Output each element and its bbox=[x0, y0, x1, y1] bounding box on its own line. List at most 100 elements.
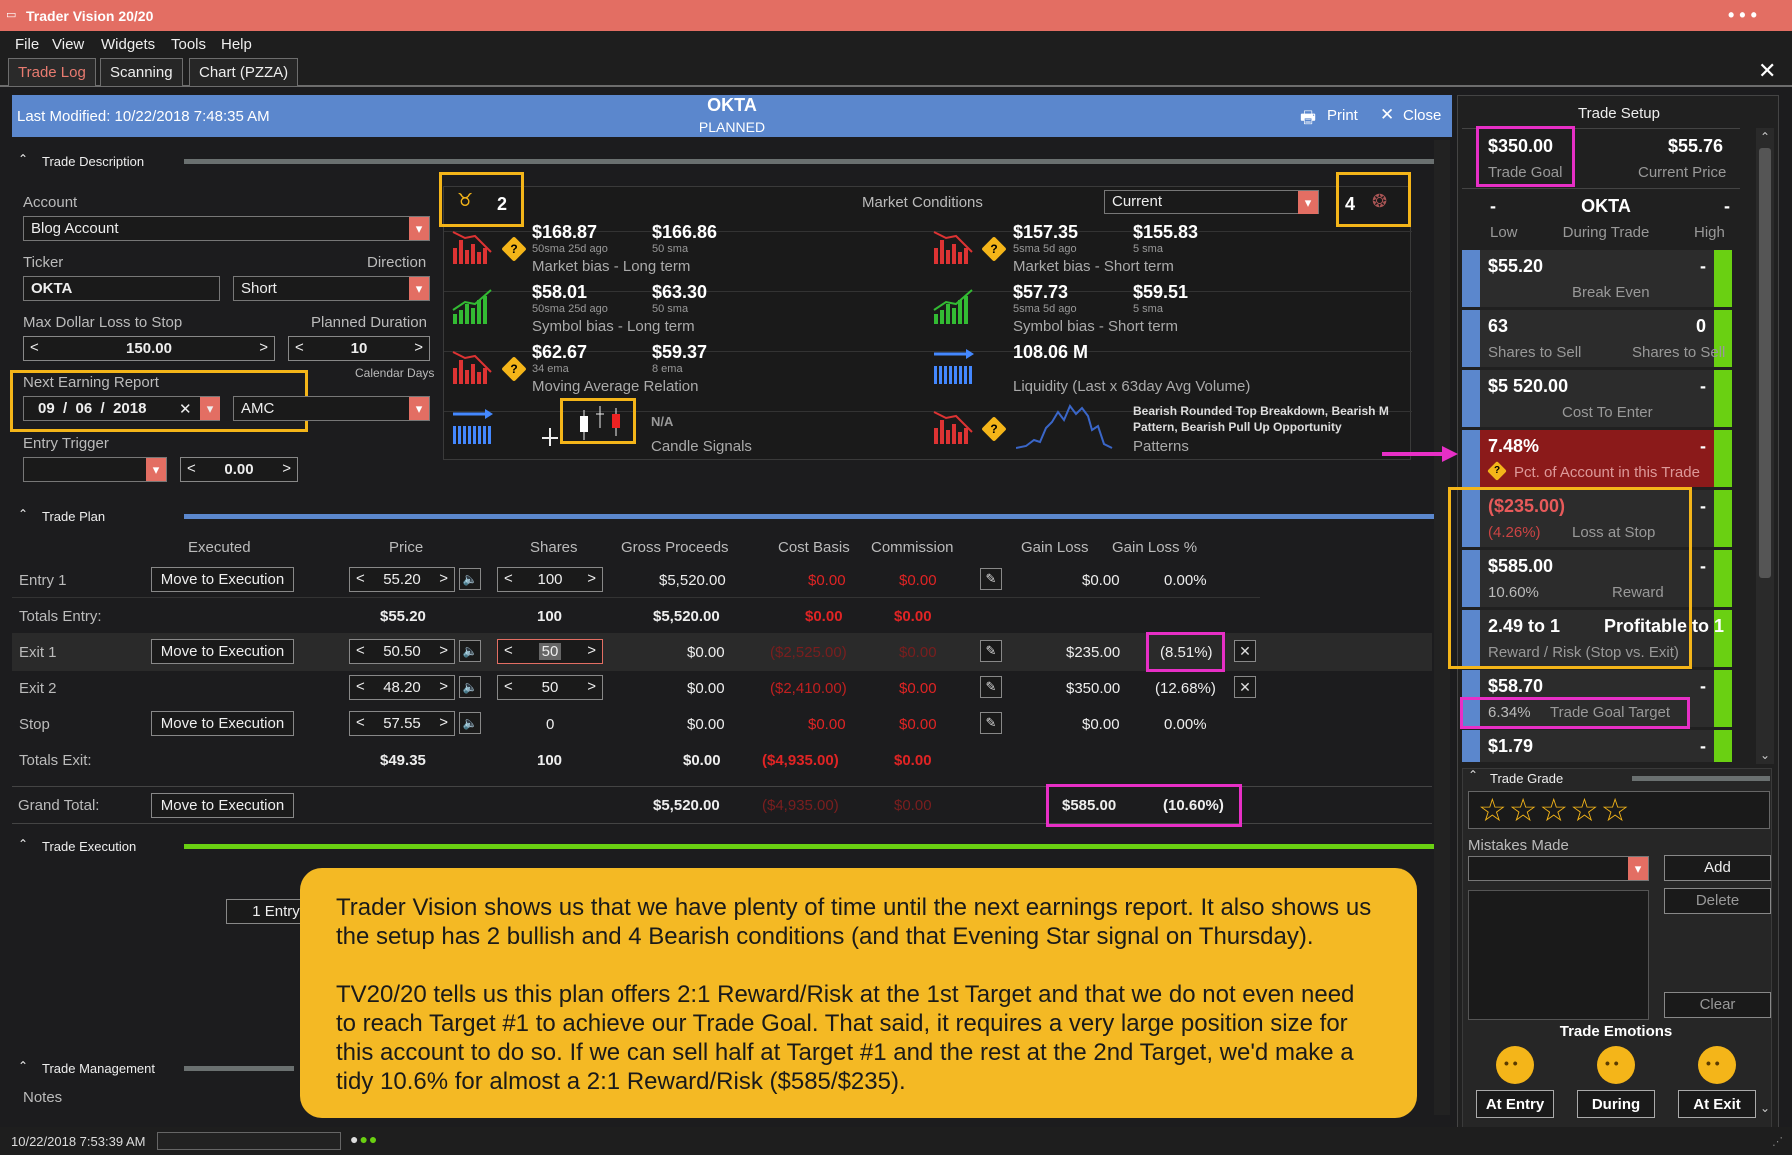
price-stepper[interactable]: <57.55 > bbox=[349, 711, 455, 736]
trade-management-header[interactable]: ⌃ Trade Management bbox=[12, 1055, 302, 1081]
window-menu-icon[interactable]: • • • bbox=[1728, 5, 1757, 26]
collapse-icon[interactable]: ⌃ bbox=[18, 507, 28, 521]
price-stepper[interactable]: <50.50 > bbox=[349, 639, 455, 664]
max-loss-stepper[interactable]: <150.00 > bbox=[23, 336, 275, 361]
decrement-icon[interactable]: < bbox=[504, 570, 513, 587]
shares-stepper[interactable]: <50 > bbox=[497, 639, 603, 664]
increment-icon[interactable]: > bbox=[282, 460, 291, 477]
decrement-icon[interactable]: < bbox=[504, 678, 513, 695]
decrement-icon[interactable]: < bbox=[295, 339, 304, 356]
move-to-execution-button[interactable]: Move to Execution bbox=[151, 639, 294, 664]
increment-icon[interactable]: > bbox=[439, 714, 448, 731]
earnings-month[interactable]: 09 bbox=[38, 400, 55, 417]
menu-tools[interactable]: Tools bbox=[171, 36, 206, 53]
date-dropdown-icon[interactable]: ▾ bbox=[200, 397, 220, 420]
move-to-execution-button[interactable]: Move to Execution bbox=[151, 567, 294, 592]
scroll-down-icon[interactable]: ⌄ bbox=[1760, 748, 1770, 762]
price-alert-icon[interactable]: 🔈 bbox=[459, 676, 481, 698]
decrement-icon[interactable]: < bbox=[356, 678, 365, 695]
close-tab-icon[interactable]: ✕ bbox=[1758, 58, 1776, 84]
emoji-neutral-icon[interactable] bbox=[1597, 1046, 1635, 1084]
increment-icon[interactable]: > bbox=[414, 339, 423, 356]
price-stepper[interactable]: <55.20 > bbox=[349, 567, 455, 592]
increment-icon[interactable]: > bbox=[259, 339, 268, 356]
edit-icon[interactable]: ✎ bbox=[980, 712, 1002, 734]
tab-chart[interactable]: Chart (PZZA) bbox=[189, 58, 299, 86]
add-button[interactable]: Add bbox=[1664, 855, 1771, 881]
during-button[interactable]: During bbox=[1577, 1090, 1655, 1118]
print-button[interactable]: Print bbox=[1327, 107, 1358, 124]
decrement-icon[interactable]: < bbox=[356, 570, 365, 587]
earnings-day[interactable]: 06 bbox=[76, 400, 93, 417]
decrement-icon[interactable]: < bbox=[187, 460, 196, 477]
shares-stepper[interactable]: <50 > bbox=[497, 675, 603, 700]
shares-value[interactable]: 50 bbox=[538, 643, 562, 660]
decrement-icon[interactable]: < bbox=[356, 642, 365, 659]
mistakes-select[interactable] bbox=[1468, 856, 1649, 881]
edit-icon[interactable]: ✎ bbox=[980, 676, 1002, 698]
decrement-icon[interactable]: < bbox=[356, 714, 365, 731]
tab-scanning[interactable]: Scanning bbox=[100, 58, 183, 86]
menu-help[interactable]: Help bbox=[221, 36, 252, 53]
increment-icon[interactable]: > bbox=[439, 642, 448, 659]
remove-exit-icon[interactable]: ✕ bbox=[1234, 640, 1256, 662]
increment-icon[interactable]: > bbox=[439, 570, 448, 587]
close-button[interactable]: Close bbox=[1403, 107, 1441, 124]
account-select[interactable]: Blog Account bbox=[23, 216, 430, 241]
duration-stepper[interactable]: <10 > bbox=[288, 336, 430, 361]
increment-icon[interactable]: > bbox=[587, 678, 596, 695]
earnings-year[interactable]: 2018 bbox=[113, 400, 146, 417]
collapse-icon[interactable]: ⌃ bbox=[18, 152, 28, 166]
edit-icon[interactable]: ✎ bbox=[980, 568, 1002, 590]
tab-trade-log[interactable]: Trade Log bbox=[8, 58, 96, 86]
trade-execution-header[interactable]: ⌃ Trade Execution bbox=[12, 833, 1434, 859]
clear-date-icon[interactable]: ✕ bbox=[179, 400, 192, 418]
trade-description-header[interactable]: ⌃ Trade Description bbox=[12, 148, 1434, 174]
collapse-icon[interactable]: ⌃ bbox=[18, 1059, 28, 1073]
increment-icon[interactable]: > bbox=[587, 642, 596, 659]
direction-select[interactable]: Short bbox=[233, 276, 430, 301]
price-alert-icon[interactable]: 🔈 bbox=[459, 568, 481, 590]
price-alert-icon[interactable]: 🔈 bbox=[459, 640, 481, 662]
close-icon[interactable]: ✕ bbox=[1380, 105, 1394, 125]
col-shares: Shares bbox=[530, 539, 578, 556]
remove-exit-icon[interactable]: ✕ bbox=[1234, 676, 1256, 698]
entry-trigger-select[interactable] bbox=[23, 457, 167, 482]
delete-button[interactable]: Delete bbox=[1664, 888, 1771, 914]
entry-trigger-stepper[interactable]: <0.00 > bbox=[180, 457, 298, 482]
mc-value: $59.37 8 ema bbox=[652, 342, 708, 375]
menu-widgets[interactable]: Widgets bbox=[101, 36, 155, 53]
earnings-time-select[interactable]: AMC bbox=[233, 396, 430, 421]
price-alert-icon[interactable]: 🔈 bbox=[459, 712, 481, 734]
resize-grip-icon[interactable]: ⋰ bbox=[1772, 1135, 1783, 1148]
setup-scrollbar[interactable]: ⌃ ⌄ bbox=[1756, 128, 1774, 764]
shares-stepper[interactable]: <100 > bbox=[497, 567, 603, 592]
decrement-icon[interactable]: < bbox=[30, 339, 39, 356]
increment-icon[interactable]: > bbox=[439, 678, 448, 695]
emoji-neutral-icon[interactable] bbox=[1698, 1046, 1736, 1084]
mistakes-list[interactable] bbox=[1468, 890, 1649, 1020]
ticker-input[interactable]: OKTA bbox=[23, 276, 220, 301]
trade-plan-header[interactable]: ⌃ Trade Plan bbox=[12, 503, 1434, 529]
clear-button[interactable]: Clear bbox=[1664, 992, 1771, 1018]
conditions-timeframe-select[interactable]: Current bbox=[1104, 190, 1319, 214]
emoji-neutral-icon[interactable] bbox=[1496, 1046, 1534, 1084]
menu-view[interactable]: View bbox=[52, 36, 84, 53]
scroll-down-icon[interactable]: ⌄ bbox=[1760, 1101, 1770, 1115]
earnings-date[interactable]: 09 / 06 / 2018 ✕ ▾ bbox=[23, 396, 220, 421]
collapse-icon[interactable]: ⌃ bbox=[18, 837, 28, 851]
move-to-execution-button[interactable]: Move to Execution bbox=[151, 793, 294, 818]
edit-icon[interactable]: ✎ bbox=[980, 640, 1002, 662]
decrement-icon[interactable]: < bbox=[504, 642, 513, 659]
scroll-thumb[interactable] bbox=[1759, 148, 1771, 578]
at-exit-button[interactable]: At Exit bbox=[1678, 1090, 1756, 1118]
increment-icon[interactable]: > bbox=[587, 570, 596, 587]
stars-icon[interactable]: ☆☆☆☆☆ bbox=[1478, 791, 1631, 829]
price-stepper[interactable]: <48.20 > bbox=[349, 675, 455, 700]
move-to-execution-button[interactable]: Move to Execution bbox=[151, 711, 294, 736]
printer-icon[interactable]: 🖶 bbox=[1300, 105, 1316, 134]
menu-file[interactable]: File bbox=[15, 36, 39, 53]
collapse-icon[interactable]: ⌃ bbox=[1468, 768, 1478, 782]
scroll-up-icon[interactable]: ⌃ bbox=[1760, 130, 1770, 144]
at-entry-button[interactable]: At Entry bbox=[1476, 1090, 1554, 1118]
